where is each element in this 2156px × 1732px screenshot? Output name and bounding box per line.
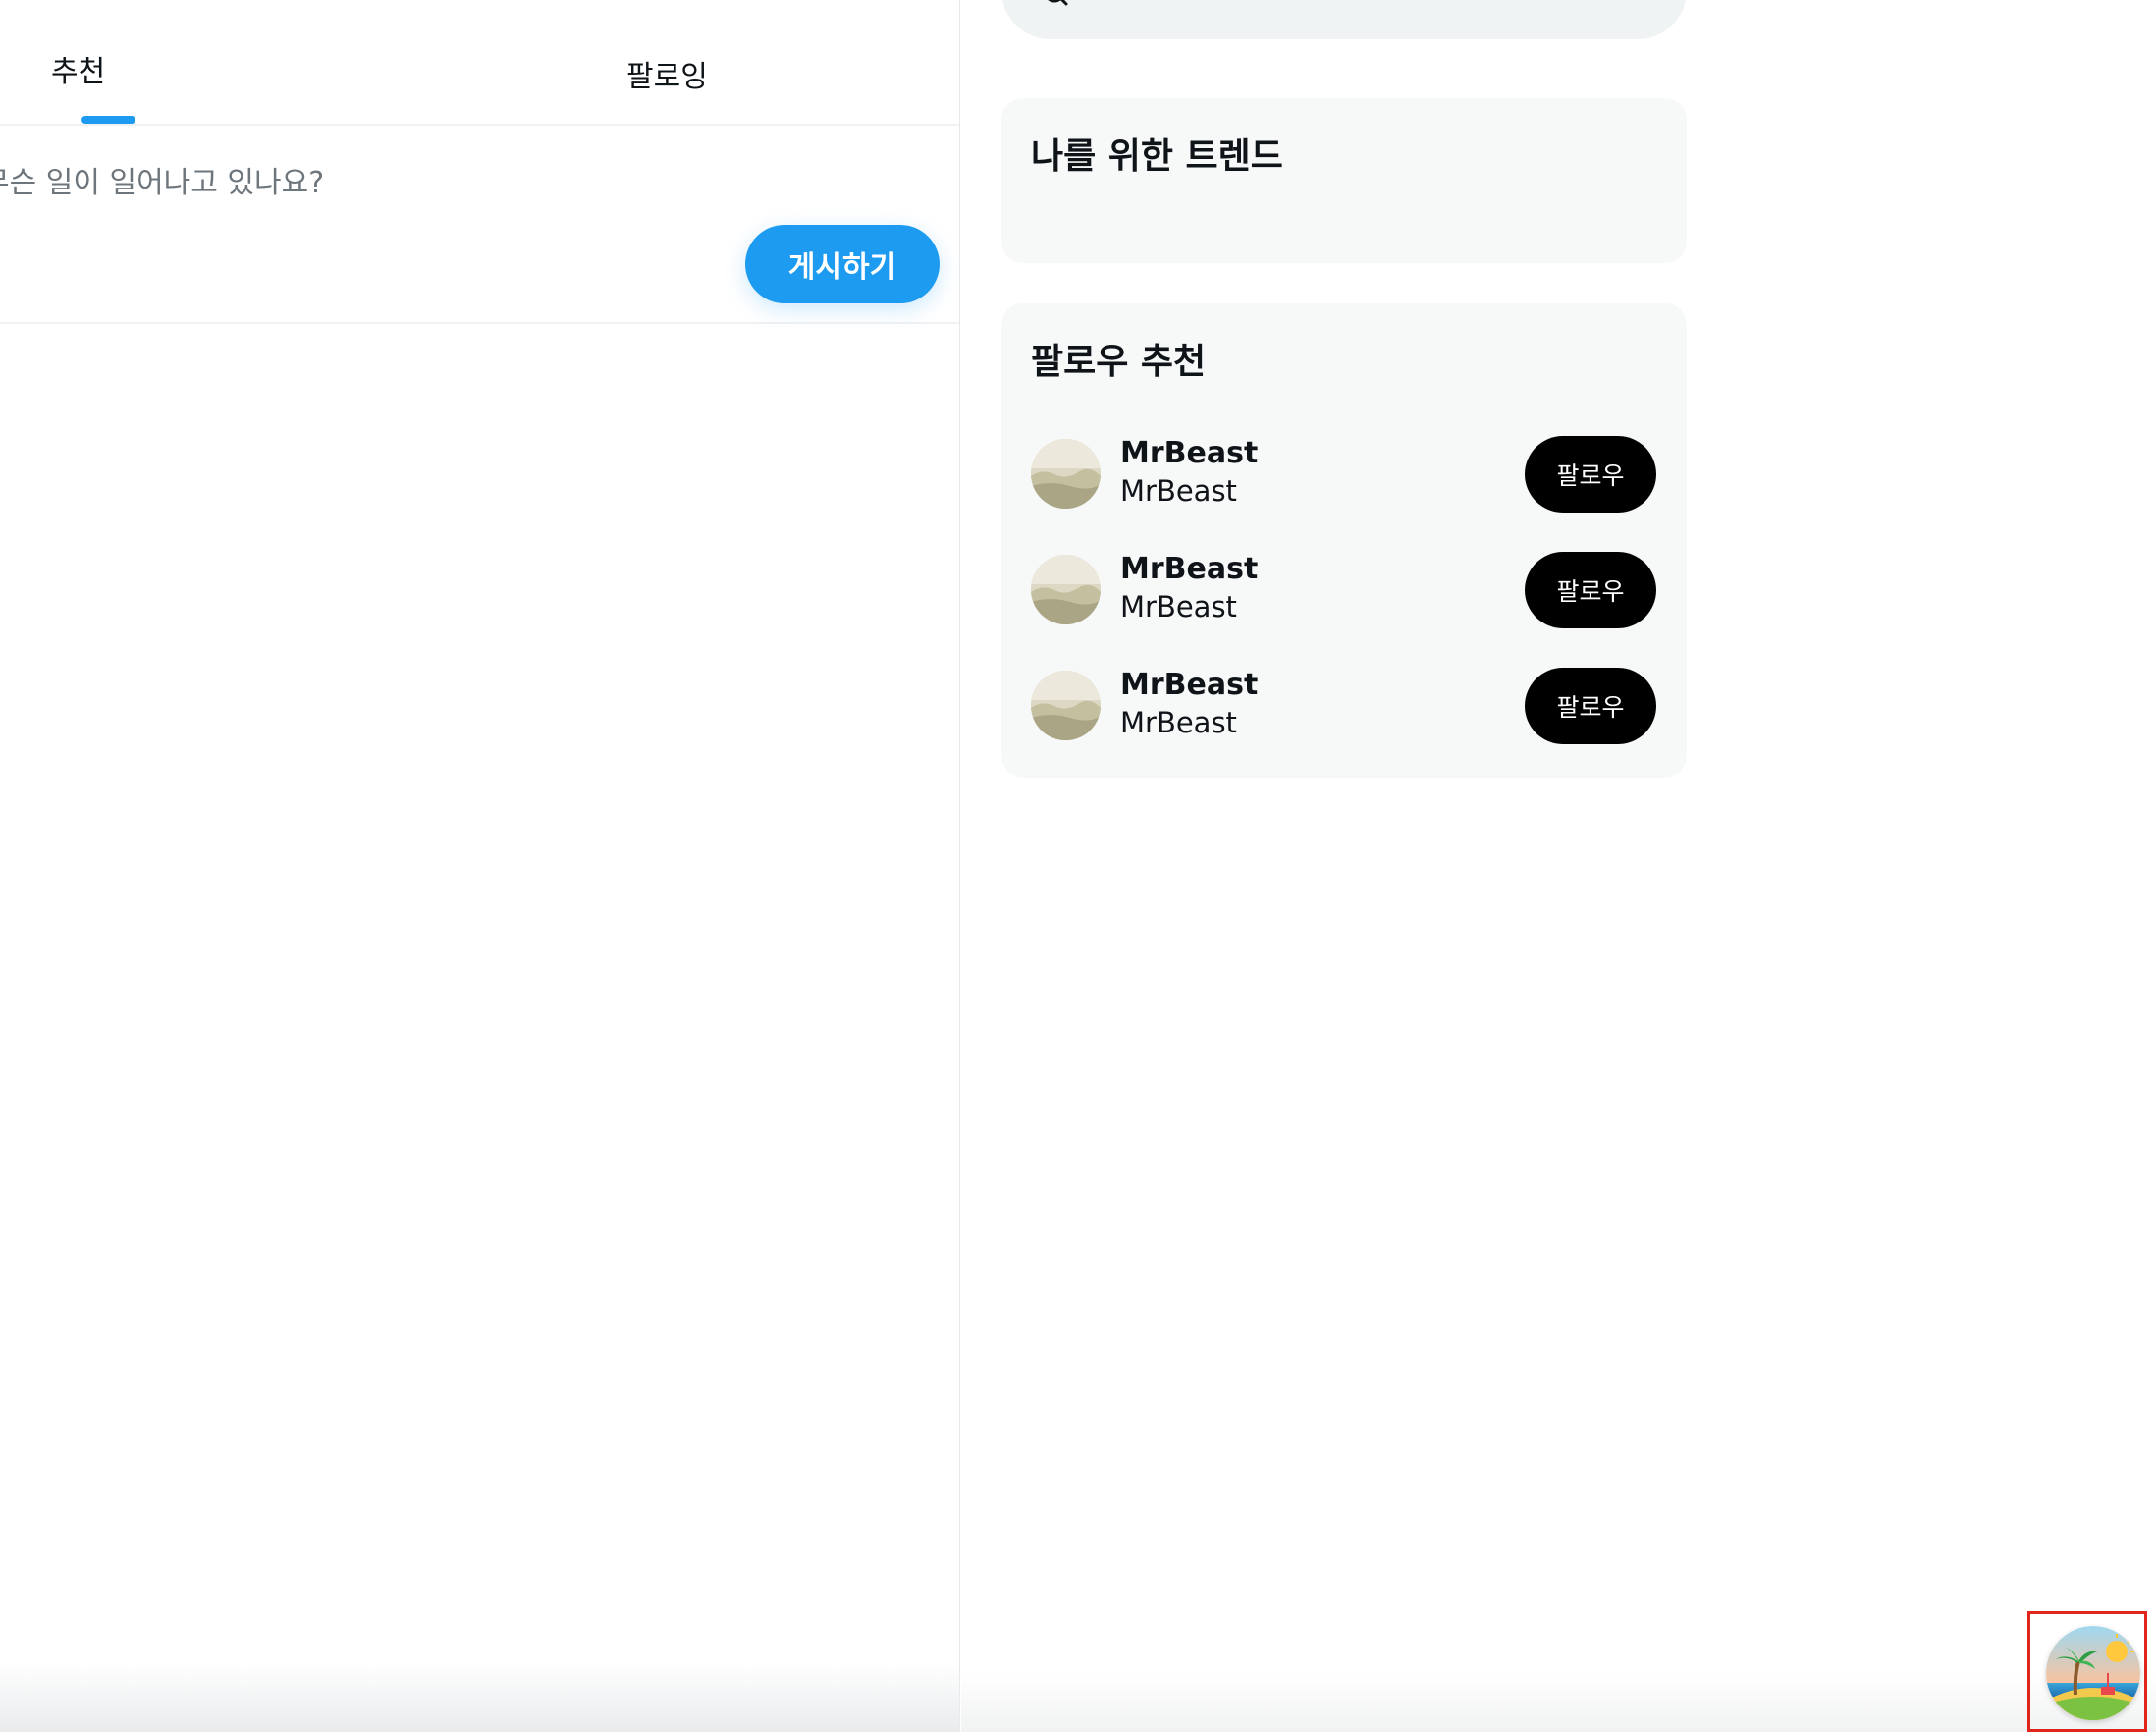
post-composer: 게시하기	[0, 128, 959, 324]
follow-button[interactable]: 팔로우	[1525, 668, 1656, 744]
active-tab-indicator	[81, 116, 135, 124]
follow-button[interactable]: 팔로우	[1525, 436, 1656, 513]
follow-button[interactable]: 팔로우	[1525, 552, 1656, 628]
search-bar[interactable]	[1001, 0, 1687, 39]
follow-suggestion-row[interactable]: MrBeast MrBeast 팔로우	[1001, 530, 1687, 646]
search-icon	[1047, 0, 1068, 16]
main-feed: 추천 팔로잉 게시하기	[0, 0, 960, 1732]
avatar[interactable]	[1031, 439, 1101, 509]
page: 추천 팔로잉 게시하기 나를 위한 트렌드 팔로우 추천	[0, 0, 2156, 1732]
tab-recommend[interactable]: 추천	[29, 0, 147, 126]
avatar[interactable]	[1031, 555, 1101, 624]
tab-recommend-label: 추천	[51, 55, 106, 89]
post-button[interactable]: 게시하기	[745, 225, 940, 303]
feed-tabs: 추천 팔로잉	[0, 0, 959, 126]
who-to-follow-card: 팔로우 추천 MrBeast MrBeast 팔로우 MrBeast MrBea…	[1001, 303, 1687, 778]
user-handle: MrBeast	[1120, 590, 1237, 623]
beach-island-icon[interactable]	[2046, 1626, 2140, 1720]
user-handle: MrBeast	[1120, 706, 1237, 739]
user-display-name[interactable]: MrBeast	[1120, 552, 1258, 586]
follow-suggestion-row[interactable]: MrBeast MrBeast 팔로우	[1001, 646, 1687, 762]
sidebar-bottom-shade	[961, 1673, 2156, 1732]
user-display-name[interactable]: MrBeast	[1120, 436, 1258, 470]
highlight-frame	[2027, 1611, 2147, 1732]
trends-title: 나를 위한 트렌드	[1031, 136, 1283, 177]
tab-following[interactable]: 팔로잉	[589, 0, 746, 126]
follow-suggestion-row[interactable]: MrBeast MrBeast 팔로우	[1001, 414, 1687, 530]
user-display-name[interactable]: MrBeast	[1120, 668, 1258, 702]
avatar[interactable]	[1031, 671, 1101, 740]
who-to-follow-title: 팔로우 추천	[1031, 342, 1207, 382]
tab-following-label: 팔로잉	[626, 60, 708, 94]
feed-bottom-shade	[0, 1663, 960, 1732]
user-handle: MrBeast	[1120, 474, 1237, 508]
trends-card: 나를 위한 트렌드	[1001, 98, 1687, 263]
compose-input[interactable]	[0, 161, 687, 204]
